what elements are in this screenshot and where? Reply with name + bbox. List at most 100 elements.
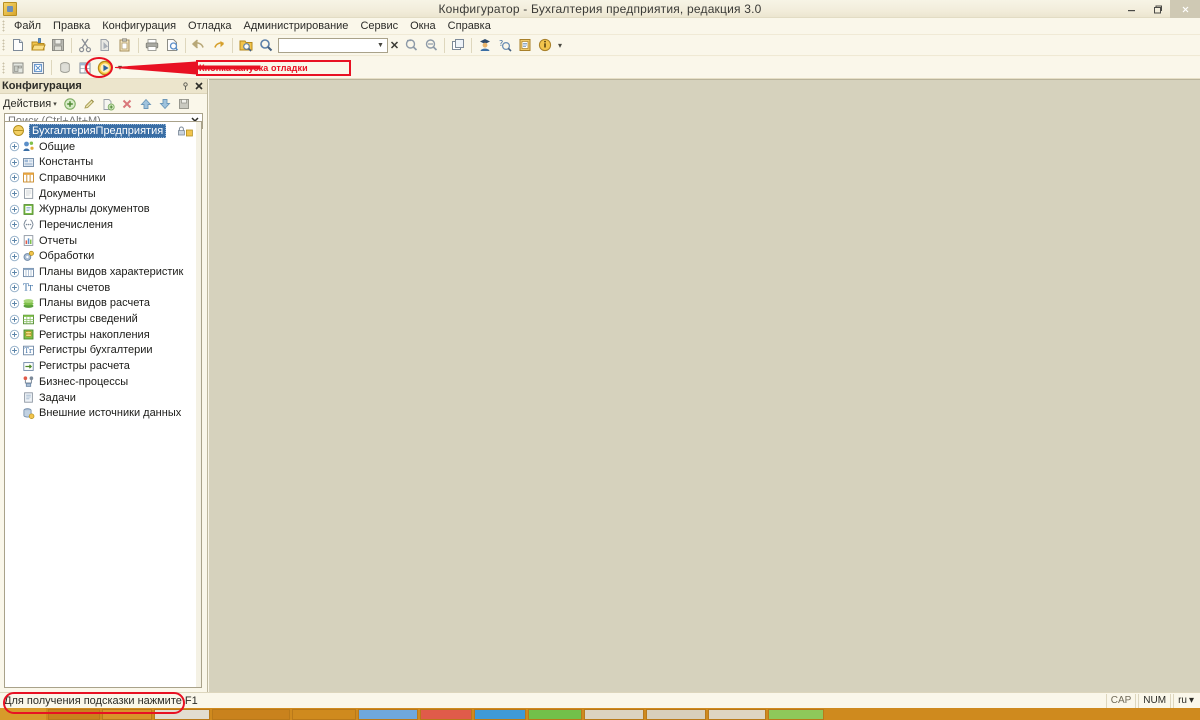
config-table-icon[interactable] xyxy=(75,59,95,77)
copy-icon[interactable] xyxy=(95,36,115,54)
menu-item-edit[interactable]: Правка xyxy=(47,19,96,33)
pin-icon[interactable] xyxy=(179,80,192,93)
expand-icon[interactable] xyxy=(7,171,21,185)
chevron-down-icon[interactable]: ▼ xyxy=(374,39,387,52)
chevron-down-icon[interactable]: ▾ xyxy=(1189,695,1194,706)
tree-row[interactable]: Журналы документов xyxy=(5,201,201,217)
tree-row[interactable]: Внешние источники данных xyxy=(5,405,201,421)
tree-row[interactable]: Справочники xyxy=(5,170,201,186)
expand-icon[interactable] xyxy=(7,234,21,248)
config-compare-icon[interactable] xyxy=(28,59,48,77)
save-icon[interactable] xyxy=(48,36,68,54)
menu-grip[interactable] xyxy=(2,20,5,32)
menu-item-service[interactable]: Сервис xyxy=(354,19,404,33)
minimize-button[interactable] xyxy=(1118,0,1144,18)
find-prev-icon[interactable] xyxy=(421,36,441,54)
tree-row[interactable]: Константы xyxy=(5,154,201,170)
expand-icon[interactable] xyxy=(7,187,21,201)
menu-item-configuration[interactable]: Конфигурация xyxy=(96,19,182,33)
paste-icon[interactable] xyxy=(115,36,135,54)
tree-row-root[interactable]: БухгалтерияПредприятия xyxy=(5,123,201,139)
configuration-tree[interactable]: БухгалтерияПредприятия Общие Константы Спра… xyxy=(4,121,202,688)
tree-row[interactable]: Планы видов расчета xyxy=(5,296,201,312)
mdi-workspace[interactable] xyxy=(209,79,1200,692)
toolbar-overflow-button[interactable]: ▾ xyxy=(118,63,122,72)
move-up-icon[interactable] xyxy=(137,95,156,112)
expand-icon[interactable] xyxy=(7,296,21,310)
tree-row[interactable]: Tr Регистры бухгалтерии xyxy=(5,343,201,359)
search-icon[interactable] xyxy=(256,36,276,54)
tree-row[interactable]: Документы xyxy=(5,186,201,202)
start-button[interactable] xyxy=(0,708,46,720)
toolbar-grip[interactable] xyxy=(2,61,5,74)
copy-item-icon[interactable] xyxy=(99,95,118,112)
tree-scrollbar[interactable] xyxy=(196,122,201,687)
menu-item-debug[interactable]: Отладка xyxy=(182,19,237,33)
taskbar-item[interactable] xyxy=(474,709,526,720)
save-config-icon[interactable] xyxy=(175,95,194,112)
new-icon[interactable] xyxy=(8,36,28,54)
tree-row[interactable]: Бизнес-процессы xyxy=(5,374,201,390)
tree-row[interactable]: Обработки xyxy=(5,249,201,265)
windows-icon[interactable] xyxy=(448,36,468,54)
taskbar-item[interactable] xyxy=(528,709,582,720)
expand-icon[interactable] xyxy=(7,281,21,295)
undo-icon[interactable] xyxy=(189,36,209,54)
taskbar-item[interactable] xyxy=(420,709,472,720)
tree-row[interactable]: Перечисления xyxy=(5,217,201,233)
about-icon[interactable] xyxy=(535,36,555,54)
taskbar-item[interactable] xyxy=(358,709,418,720)
find-next-icon[interactable] xyxy=(401,36,421,54)
close-button[interactable] xyxy=(1170,0,1200,18)
taskbar-item[interactable] xyxy=(212,709,290,720)
restore-button[interactable] xyxy=(1144,0,1170,18)
find-in-files-icon[interactable] xyxy=(236,36,256,54)
language-indicator[interactable]: ru ▾ xyxy=(1173,693,1198,708)
menu-item-administration[interactable]: Администрирование xyxy=(238,19,355,33)
os-taskbar[interactable] xyxy=(0,708,1200,720)
tree-row[interactable]: Задачи xyxy=(5,390,201,406)
tree-row[interactable]: Регистры накопления xyxy=(5,327,201,343)
add-icon[interactable] xyxy=(61,95,80,112)
tree-row[interactable]: Отчеты xyxy=(5,233,201,249)
database-icon[interactable] xyxy=(55,59,75,77)
taskbar-item[interactable] xyxy=(584,709,644,720)
tree-row[interactable]: Регистры сведений xyxy=(5,311,201,327)
users-icon[interactable] xyxy=(475,36,495,54)
expand-icon[interactable] xyxy=(7,218,21,232)
expand-icon[interactable] xyxy=(7,202,21,216)
expand-icon[interactable] xyxy=(7,328,21,342)
taskbar-item[interactable] xyxy=(48,709,100,720)
expand-icon[interactable] xyxy=(7,343,21,357)
taskbar-item[interactable] xyxy=(646,709,706,720)
toolbar-grip[interactable] xyxy=(2,39,5,51)
menu-item-file[interactable]: Файл xyxy=(8,19,47,33)
actions-menu-button[interactable]: Действия xyxy=(3,98,51,110)
open-icon[interactable] xyxy=(28,36,48,54)
expand-icon[interactable] xyxy=(7,155,21,169)
menu-item-help[interactable]: Справка xyxy=(442,19,497,33)
expand-icon[interactable] xyxy=(7,265,21,279)
tree-row[interactable]: T T Планы счетов xyxy=(5,280,201,296)
taskbar-item[interactable] xyxy=(102,709,152,720)
edit-icon[interactable] xyxy=(80,95,99,112)
tree-row[interactable]: Общие xyxy=(5,139,201,155)
expand-icon[interactable] xyxy=(7,249,21,263)
config-window-icon[interactable] xyxy=(8,59,28,77)
move-down-icon[interactable] xyxy=(156,95,175,112)
tree-row[interactable]: Планы видов характеристик xyxy=(5,264,201,280)
cut-icon[interactable] xyxy=(75,36,95,54)
clear-search-button[interactable]: ✕ xyxy=(388,38,401,53)
delete-icon[interactable] xyxy=(118,95,137,112)
print-icon[interactable] xyxy=(142,36,162,54)
expand-icon[interactable] xyxy=(7,312,21,326)
panel-close-icon[interactable] xyxy=(192,80,205,93)
chevron-down-icon[interactable]: ▾ xyxy=(53,100,57,108)
taskbar-item[interactable] xyxy=(768,709,824,720)
taskbar-item[interactable] xyxy=(292,709,356,720)
expand-icon[interactable] xyxy=(7,140,21,154)
syntax-help-icon[interactable]: ? xyxy=(495,36,515,54)
menu-item-windows[interactable]: Окна xyxy=(404,19,442,33)
search-combo[interactable]: ▼ xyxy=(278,37,388,53)
taskbar-item[interactable] xyxy=(708,709,766,720)
